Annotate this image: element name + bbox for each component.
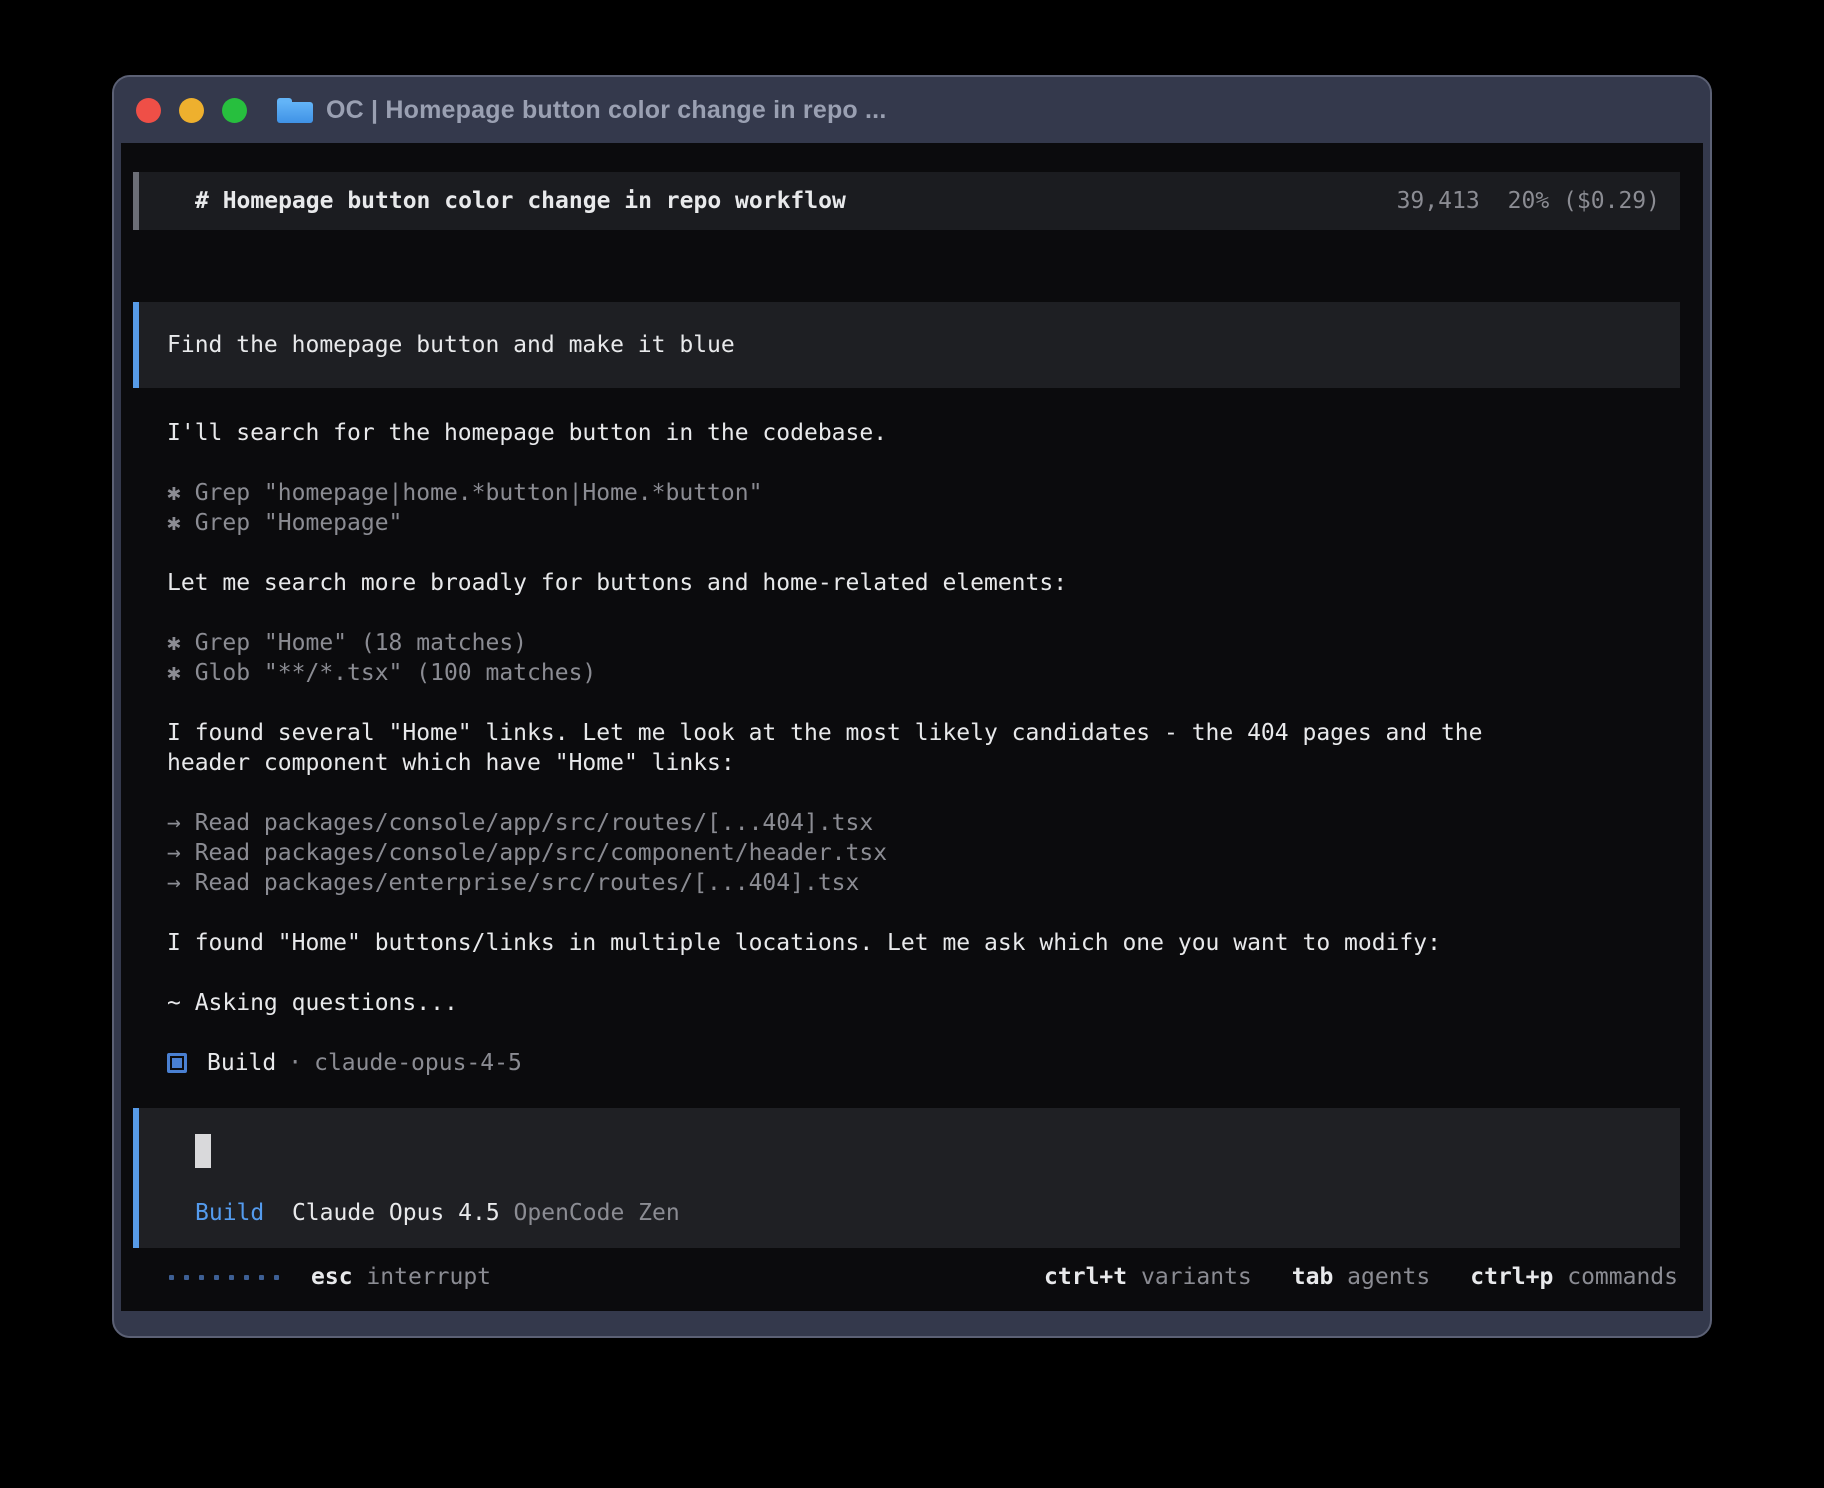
terminal-window: OC | Homepage button color change in rep… <box>112 75 1712 1338</box>
hint-interrupt: esc interrupt <box>311 1262 491 1292</box>
prompt-input[interactable]: Build Claude Opus 4.5 OpenCode Zen <box>133 1108 1680 1248</box>
assistant-text: header component which have "Home" links… <box>167 748 1680 778</box>
input-provider: OpenCode Zen <box>514 1200 680 1226</box>
input-meta: Build Claude Opus 4.5 OpenCode Zen <box>195 1198 680 1228</box>
assistant-text: I found "Home" buttons/links in multiple… <box>167 928 1680 958</box>
context-cost: 20% ($0.29) <box>1508 186 1660 216</box>
token-count: 39,413 <box>1397 186 1480 216</box>
agent-model-line: Build · claude-opus-4-5 <box>167 1048 1680 1078</box>
user-message: Find the homepage button and make it blu… <box>133 302 1680 388</box>
session-stats: 39,413 20% ($0.29) <box>1397 186 1660 216</box>
assistant-text: Let me search more broadly for buttons a… <box>167 568 1680 598</box>
transcript: I'll search for the homepage button in t… <box>133 418 1680 1078</box>
input-agent: Build <box>195 1200 264 1226</box>
hint-commands: ctrl+p commands <box>1470 1262 1678 1292</box>
model-name: claude-opus-4-5 <box>314 1048 522 1078</box>
separator-dot: · <box>288 1048 302 1078</box>
assistant-text: I found several "Home" links. Let me loo… <box>167 718 1680 748</box>
tool-call-grep: ✱ Grep "Homepage" <box>167 508 1680 538</box>
folder-icon <box>277 98 313 123</box>
session-header: # Homepage button color change in repo w… <box>133 172 1680 230</box>
traffic-lights <box>136 98 247 123</box>
title-bar[interactable]: OC | Homepage button color change in rep… <box>114 77 1710 143</box>
spinner-dots <box>169 1275 279 1280</box>
hint-agents: tab agents <box>1292 1262 1431 1292</box>
close-button[interactable] <box>136 98 161 123</box>
text-cursor <box>195 1134 211 1168</box>
working-status: ~ Asking questions... <box>167 988 1680 1018</box>
agent-icon <box>167 1053 187 1073</box>
user-message-text: Find the homepage button and make it blu… <box>167 330 735 360</box>
tool-call-read: → Read packages/console/app/src/componen… <box>167 838 1680 868</box>
tool-call-grep: ✱ Grep "Home" (18 matches) <box>167 628 1680 658</box>
tool-call-read: → Read packages/console/app/src/routes/[… <box>167 808 1680 838</box>
window-title: OC | Homepage button color change in rep… <box>326 96 886 125</box>
zoom-button[interactable] <box>222 98 247 123</box>
esc-key: esc <box>311 1264 353 1290</box>
tool-call-grep: ✱ Grep "homepage|home.*button|Home.*butt… <box>167 478 1680 508</box>
hint-variants: ctrl+t variants <box>1044 1262 1252 1292</box>
status-bar: esc interrupt ctrl+t variants tab agents… <box>133 1262 1680 1292</box>
minimize-button[interactable] <box>179 98 204 123</box>
tool-call-glob: ✱ Glob "**/*.tsx" (100 matches) <box>167 658 1680 688</box>
input-model: Claude Opus 4.5 <box>292 1200 500 1226</box>
tool-call-read: → Read packages/enterprise/src/routes/[.… <box>167 868 1680 898</box>
session-title: # Homepage button color change in repo w… <box>195 186 846 216</box>
agent-name: Build <box>207 1048 276 1078</box>
assistant-text: I'll search for the homepage button in t… <box>167 418 1680 448</box>
terminal-content: # Homepage button color change in repo w… <box>121 143 1703 1311</box>
